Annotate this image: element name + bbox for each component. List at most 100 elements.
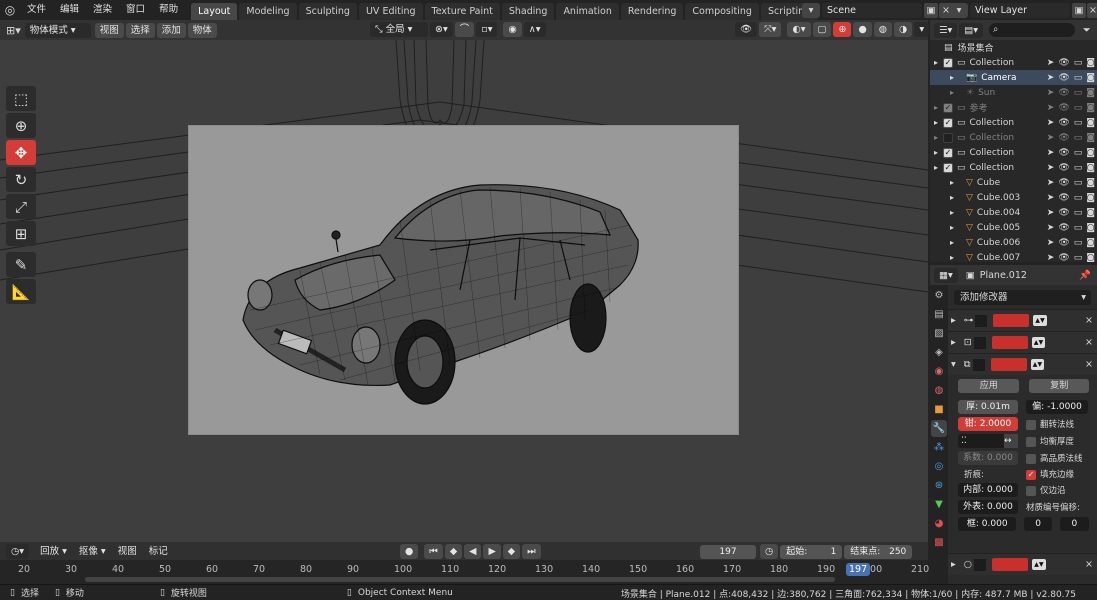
menu-select[interactable]: 选择: [125, 22, 155, 38]
fill-rim-checkbox[interactable]: ✓ 填充边缘: [1026, 468, 1074, 480]
thickness-field[interactable]: 厚: 0.01m: [958, 400, 1018, 414]
outliner-row[interactable]: ▸ 📷 Camera ➤ 👁 ▭ ◙: [930, 70, 1097, 85]
expand-icon[interactable]: ▸: [934, 163, 943, 172]
monitor-icon[interactable]: ▭: [1074, 133, 1083, 143]
camera-render-icon[interactable]: ◙: [1086, 103, 1095, 113]
clamp-field[interactable]: 钳: 2.0000: [958, 417, 1018, 431]
gizmo-icon[interactable]: ⤧▾: [759, 22, 782, 37]
material-tab-icon[interactable]: ◕: [931, 515, 947, 532]
outliner-row[interactable]: ▸ ▽ Cube.004 ➤ 👁 ▭ ◙: [930, 205, 1097, 220]
menu-render[interactable]: 渲染: [86, 0, 119, 20]
keying-menu[interactable]: 抠像 ▾: [73, 543, 111, 559]
camera-render-icon[interactable]: ◙: [1086, 88, 1095, 98]
expand-icon[interactable]: ▸: [950, 193, 962, 202]
expand-icon[interactable]: ▸: [951, 315, 956, 326]
scale-tool[interactable]: ⤢: [6, 194, 36, 219]
timeline-editor-icon[interactable]: ◷▾: [6, 543, 30, 559]
selectable-icon[interactable]: ➤: [1047, 223, 1055, 233]
menu-edit[interactable]: 编辑: [53, 0, 86, 20]
outliner-row[interactable]: ▸ ▭ Collection ➤ 👁 ▭ ◙: [930, 130, 1097, 145]
mode-dropdown[interactable]: 物体模式 ▾: [24, 22, 91, 38]
clock-icon[interactable]: ◷: [760, 544, 779, 559]
expand-icon[interactable]: ▸: [934, 148, 943, 157]
selectable-icon[interactable]: ➤: [1047, 103, 1055, 113]
pin-icon[interactable]: 📌: [1079, 270, 1091, 281]
eye-icon[interactable]: 👁: [1058, 208, 1069, 218]
monitor-icon[interactable]: ▭: [1074, 148, 1083, 158]
snap-target-icon[interactable]: ▫▾: [476, 22, 498, 37]
outliner-row[interactable]: ▸ ▽ Cube.007 ➤ 👁 ▭ ◙: [930, 250, 1097, 263]
camera-render-icon[interactable]: ◙: [1086, 253, 1095, 263]
tab-sculpting[interactable]: Sculpting: [298, 3, 357, 20]
playback-menu[interactable]: 回放 ▾: [35, 543, 72, 559]
display-mode-icon[interactable]: ▤▾: [959, 22, 984, 38]
eye-icon[interactable]: 👁: [1058, 238, 1069, 248]
menu-object[interactable]: 物体: [187, 22, 217, 38]
monitor-icon[interactable]: ▭: [1074, 178, 1083, 188]
tab-animation[interactable]: Animation: [556, 3, 619, 20]
modifier-visibility-toggles[interactable]: [993, 314, 1030, 327]
data-tab-icon[interactable]: ▼: [931, 496, 947, 513]
outliner-row[interactable]: ▸ ▽ Cube.003 ➤ 👁 ▭ ◙: [930, 190, 1097, 205]
eye-icon[interactable]: 👁: [1058, 103, 1069, 113]
exclude-checkbox[interactable]: [943, 132, 953, 143]
eye-icon[interactable]: 👁: [1058, 223, 1069, 233]
eye-icon[interactable]: 👁: [1058, 133, 1069, 143]
tab-layout[interactable]: Layout: [191, 3, 238, 20]
material-offset-field[interactable]: 0: [1024, 517, 1052, 531]
vertex-group-field[interactable]: ⁚⁚ ↔: [958, 434, 1018, 448]
modifier-name-field[interactable]: [974, 558, 987, 571]
end-frame-field[interactable]: 结束点: 250: [844, 544, 913, 559]
expand-icon[interactable]: ▸: [934, 133, 943, 142]
expand-icon[interactable]: ▸: [950, 178, 962, 187]
constraints-tab-icon[interactable]: ⊛: [931, 477, 947, 494]
selectable-icon[interactable]: ➤: [1047, 58, 1055, 68]
offset-field[interactable]: 偏: -1.0000: [1026, 400, 1088, 414]
camera-render-icon[interactable]: ◙: [1086, 73, 1095, 83]
expand-icon[interactable]: ▸: [950, 88, 962, 97]
scene-tab-icon[interactable]: ◉: [931, 363, 947, 380]
exclude-checkbox[interactable]: ✓: [943, 57, 953, 68]
jump-start-icon[interactable]: ⏮: [424, 544, 443, 559]
rendered-shading-icon[interactable]: ◑: [894, 22, 913, 37]
monitor-icon[interactable]: ▭: [1074, 103, 1083, 113]
timeline-view-menu[interactable]: 视图: [112, 543, 142, 559]
modifier-tab-icon[interactable]: 🔧: [931, 420, 947, 437]
tab-uv-editing[interactable]: UV Editing: [358, 3, 423, 20]
output-tab-icon[interactable]: ▨: [931, 325, 947, 342]
eye-icon[interactable]: 👁: [1058, 88, 1069, 98]
move-up-down-icon[interactable]: ▴▾: [1033, 315, 1047, 326]
exclude-checkbox[interactable]: ✓: [943, 162, 953, 173]
menu-view[interactable]: 视图: [94, 22, 124, 38]
eye-icon[interactable]: 👁: [1058, 253, 1069, 263]
expand-icon[interactable]: ▸: [950, 253, 962, 262]
proportional-edit-icon[interactable]: ◉: [503, 22, 522, 37]
snap-icon[interactable]: ⌒: [454, 22, 475, 37]
modifier-name-field[interactable]: [975, 314, 988, 327]
physics-tab-icon[interactable]: ◎: [931, 458, 947, 475]
pivot-icon[interactable]: ⊗▾: [430, 22, 453, 37]
hq-normals-checkbox[interactable]: 高品质法线: [1026, 452, 1083, 464]
even-thickness-checkbox[interactable]: 均衡厚度: [1026, 435, 1074, 447]
outliner-row[interactable]: ▸ ☀ Sun ➤ 👁 ▭ ◙: [930, 85, 1097, 100]
expand-icon[interactable]: ▸: [934, 58, 943, 67]
tool-tab-icon[interactable]: ⚙: [931, 287, 947, 304]
outliner-row[interactable]: ▸ ▽ Cube.006 ➤ 👁 ▭ ◙: [930, 235, 1097, 250]
select-box-tool[interactable]: ⬚: [6, 86, 36, 111]
outliner-row[interactable]: ▸ ✓ ▭ Collection ➤ 👁 ▭ ◙: [930, 55, 1097, 70]
render-tab-icon[interactable]: ▤: [931, 306, 947, 323]
marker-menu[interactable]: 标记: [143, 543, 173, 559]
selectable-icon[interactable]: ➤: [1047, 238, 1055, 248]
camera-render-icon[interactable]: ◙: [1086, 208, 1095, 218]
only-rim-checkbox[interactable]: 仅边沿: [1026, 484, 1066, 496]
camera-render-icon[interactable]: ◙: [1086, 133, 1095, 143]
overlay-icon[interactable]: ◐▾: [787, 22, 811, 37]
eye-icon[interactable]: 👁: [1058, 118, 1069, 128]
solid-shading-icon[interactable]: ●: [853, 22, 872, 37]
delete-view-layer-icon[interactable]: ×: [1087, 2, 1097, 18]
expand-icon[interactable]: ▸: [950, 223, 962, 232]
rotate-tool[interactable]: ↻: [6, 167, 36, 192]
eye-icon[interactable]: 👁: [1058, 193, 1069, 203]
outliner-editor-icon[interactable]: ☰▾: [934, 22, 958, 38]
material-offset-rim-field[interactable]: 0: [1059, 517, 1089, 531]
